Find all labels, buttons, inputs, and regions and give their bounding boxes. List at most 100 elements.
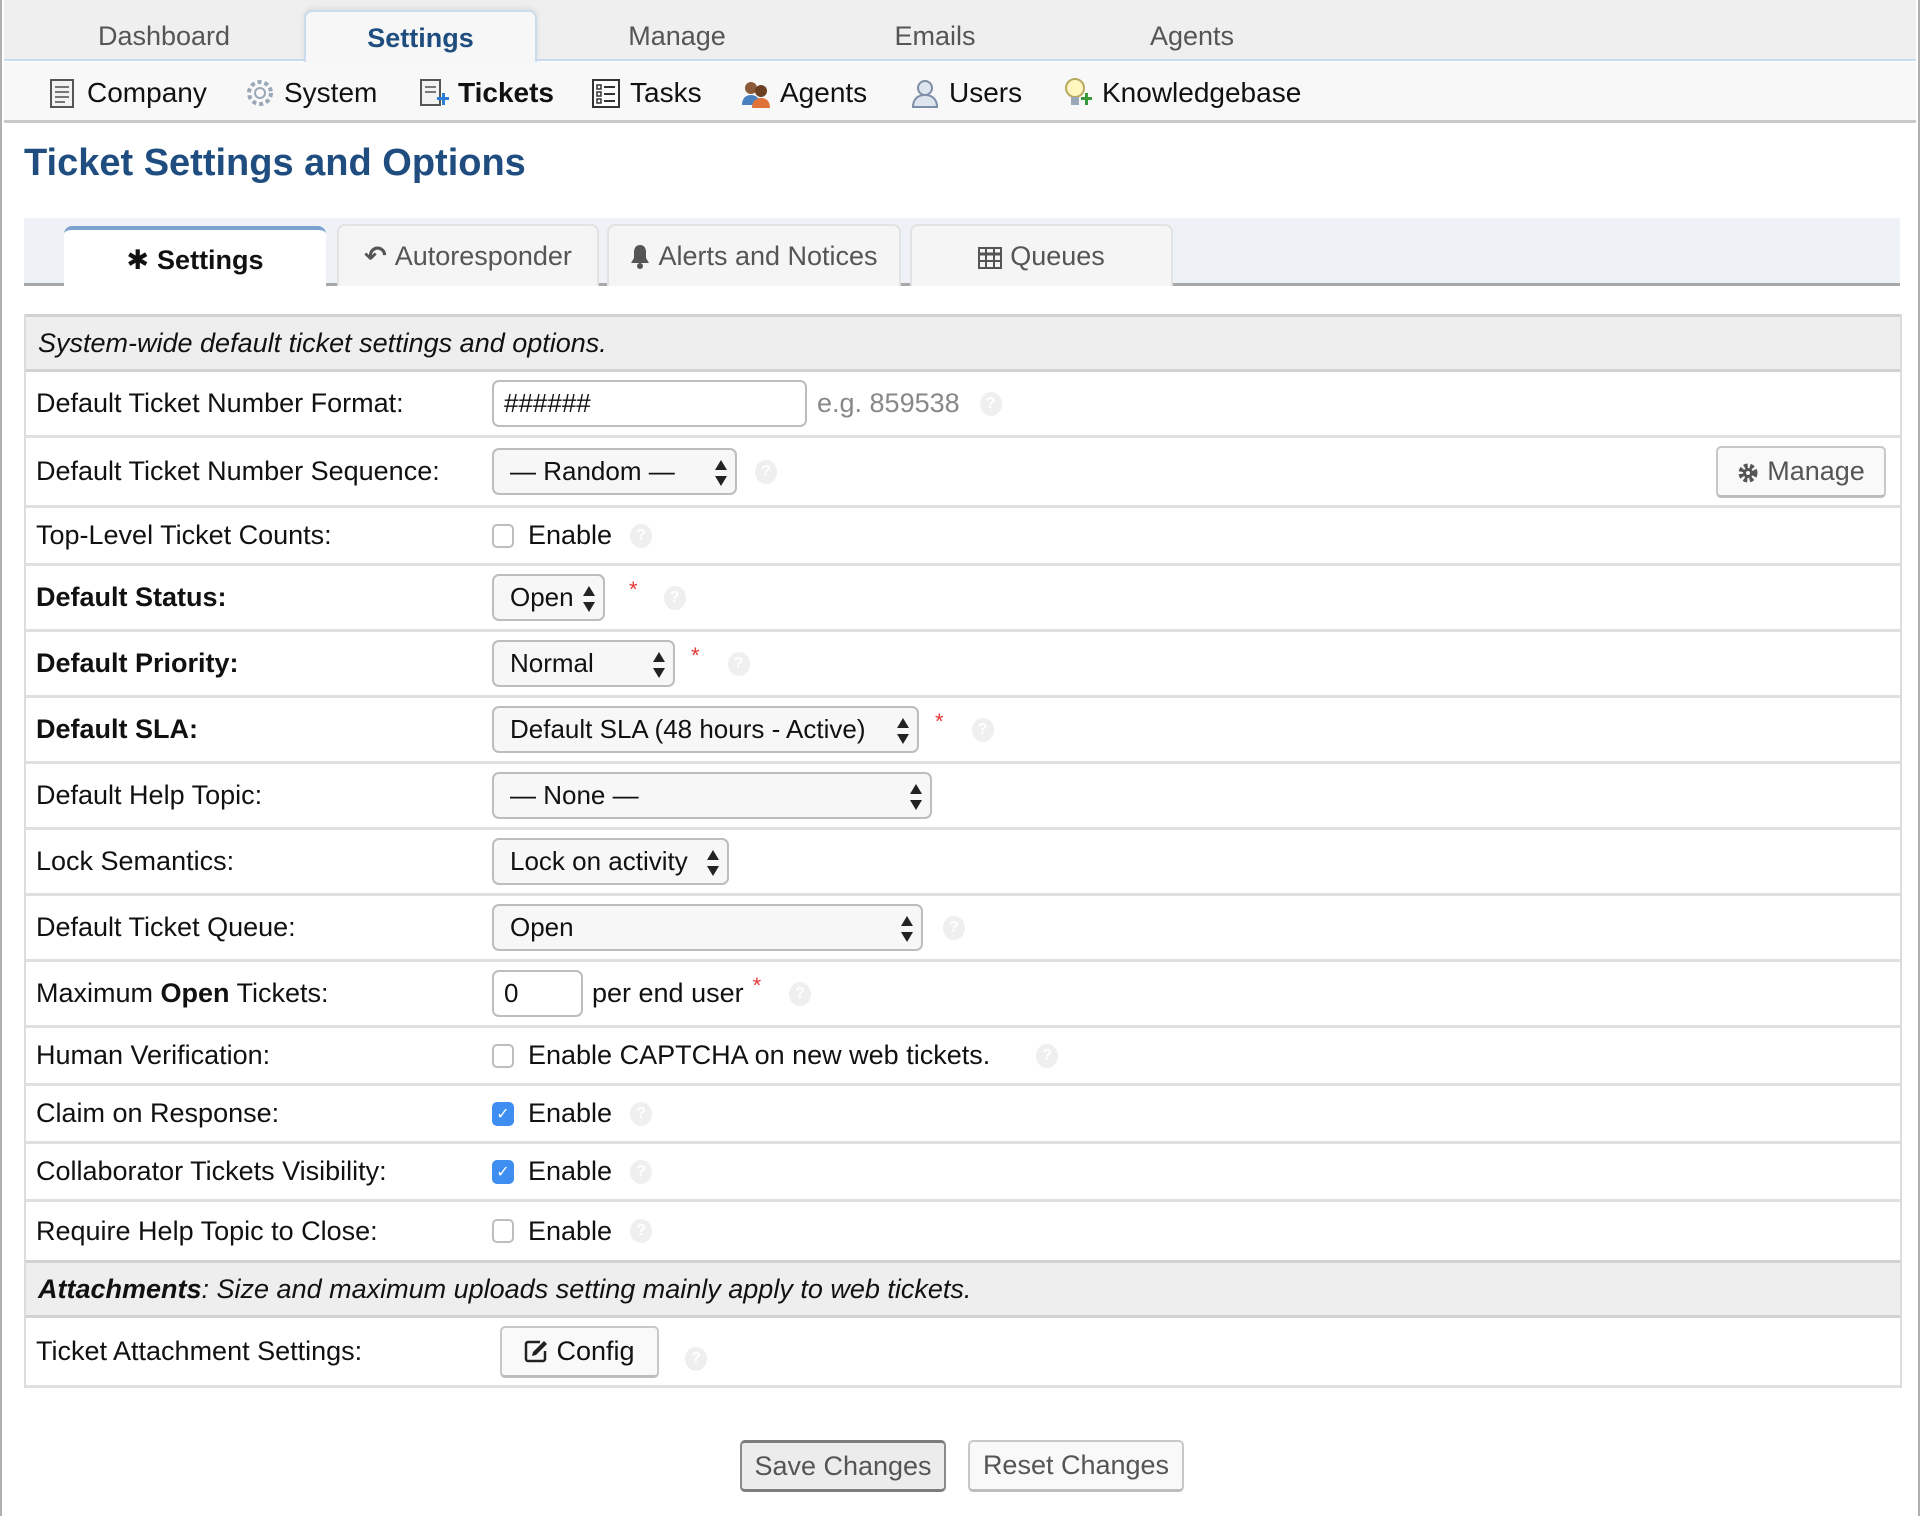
field-label: Default SLA: bbox=[36, 714, 198, 744]
select-arrows-icon bbox=[897, 716, 909, 746]
checkbox-label: Enable bbox=[528, 520, 613, 550]
default-queue-select[interactable]: Open bbox=[492, 904, 923, 951]
checkbox-label: Enable bbox=[528, 1156, 613, 1186]
tab-alerts-and-notices[interactable]: Alerts and Notices bbox=[607, 224, 901, 286]
manage-sequences-button[interactable]: Manage bbox=[1716, 445, 1886, 498]
subnav-users[interactable]: Users bbox=[910, 62, 1022, 123]
attachments-title: Attachments bbox=[38, 1273, 202, 1304]
select-value: Normal bbox=[510, 648, 594, 678]
per-end-user-text: per end user bbox=[592, 978, 744, 1008]
captcha-checkbox[interactable] bbox=[492, 1043, 514, 1068]
help-icon[interactable]: ? bbox=[630, 1219, 653, 1243]
row-default-status: Default Status: Open * ? bbox=[26, 566, 1900, 632]
lock-semantics-select[interactable]: Lock on activity bbox=[492, 838, 729, 885]
field-label: Collaborator Tickets Visibility: bbox=[36, 1156, 387, 1186]
select-value: Open bbox=[510, 912, 574, 942]
bell-icon bbox=[630, 243, 650, 269]
required-marker: * bbox=[752, 972, 762, 998]
checklist-icon bbox=[591, 77, 621, 109]
field-label: Default Help Topic: bbox=[36, 780, 263, 810]
field-label: Default Priority: bbox=[36, 648, 239, 678]
subnav-label: Agents bbox=[780, 76, 868, 108]
help-icon[interactable]: ? bbox=[727, 651, 750, 676]
form-actions: Save Changes Reset Changes bbox=[2, 1440, 1920, 1492]
help-icon[interactable]: ? bbox=[755, 459, 777, 484]
default-priority-select[interactable]: Normal bbox=[492, 640, 675, 687]
help-icon[interactable]: ? bbox=[630, 1159, 653, 1184]
help-icon[interactable]: ? bbox=[943, 915, 965, 940]
row-default-sla: Default SLA: Default SLA (48 hours - Act… bbox=[26, 698, 1900, 764]
claim-on-response-checkbox[interactable]: ✓ bbox=[492, 1101, 514, 1126]
help-icon[interactable]: ? bbox=[630, 1101, 653, 1126]
format-example-hint: e.g. 859538 bbox=[817, 388, 960, 418]
field-label: Human Verification: bbox=[36, 1040, 271, 1070]
select-value: — None — bbox=[510, 780, 639, 810]
select-arrows-icon bbox=[583, 584, 595, 614]
select-value: Default SLA (48 hours - Active) bbox=[510, 714, 866, 744]
default-status-select[interactable]: Open bbox=[492, 574, 605, 621]
tab-label: Alerts and Notices bbox=[658, 240, 878, 271]
sub-nav: Company System Tickets Tasks Agents User… bbox=[4, 62, 1916, 123]
top-tab-settings[interactable]: Settings bbox=[304, 10, 537, 62]
tab-label: Queues bbox=[1010, 240, 1105, 271]
require-help-topic-checkbox[interactable] bbox=[492, 1219, 514, 1243]
tab-settings[interactable]: ✱ Settings bbox=[64, 226, 326, 291]
default-sla-select[interactable]: Default SLA (48 hours - Active) bbox=[492, 706, 919, 753]
max-open-tickets-input[interactable]: 0 bbox=[492, 970, 583, 1017]
help-icon[interactable]: ? bbox=[630, 523, 653, 548]
page-title: Ticket Settings and Options bbox=[24, 142, 526, 184]
row-attachment-settings: Ticket Attachment Settings: Config ? bbox=[26, 1318, 1900, 1388]
field-label: Top-Level Ticket Counts: bbox=[36, 520, 332, 550]
agents-icon bbox=[741, 77, 771, 109]
top-level-counts-checkbox[interactable] bbox=[492, 523, 514, 548]
required-marker: * bbox=[629, 576, 638, 602]
subnav-label: Tasks bbox=[630, 76, 702, 108]
section-header: System-wide default ticket settings and … bbox=[26, 314, 1900, 372]
tab-queues[interactable]: Queues bbox=[910, 224, 1173, 286]
help-icon[interactable]: ? bbox=[1036, 1043, 1059, 1068]
reply-all-icon: ↶ bbox=[364, 240, 387, 271]
help-icon[interactable]: ? bbox=[979, 391, 1002, 416]
subnav-agents[interactable]: Agents bbox=[741, 62, 867, 123]
subnav-tasks[interactable]: Tasks bbox=[591, 62, 702, 123]
subnav-label: Users bbox=[949, 76, 1023, 108]
field-label: Default Ticket Queue: bbox=[36, 912, 296, 942]
attachment-config-button[interactable]: Config bbox=[500, 1325, 659, 1378]
top-tab-dashboard[interactable]: Dashboard bbox=[64, 10, 264, 62]
attachments-description: : Size and maximum uploads setting mainl… bbox=[201, 1273, 972, 1304]
select-arrows-icon bbox=[901, 914, 913, 944]
top-tab-emails[interactable]: Emails bbox=[835, 10, 1035, 62]
ticket-add-icon bbox=[419, 77, 449, 109]
app-frame: Dashboard Settings Manage Emails Agents … bbox=[0, 0, 1920, 1516]
help-icon[interactable]: ? bbox=[663, 585, 686, 610]
subnav-knowledgebase[interactable]: Knowledgebase bbox=[1063, 62, 1301, 123]
help-icon[interactable]: ? bbox=[789, 981, 812, 1006]
subnav-label: Tickets bbox=[458, 76, 554, 108]
top-tab-manage[interactable]: Manage bbox=[577, 10, 777, 62]
collaborator-visibility-checkbox[interactable]: ✓ bbox=[492, 1159, 514, 1184]
required-marker: * bbox=[935, 708, 944, 734]
field-label: Default Ticket Number Format: bbox=[36, 388, 404, 418]
subnav-tickets[interactable]: Tickets bbox=[419, 62, 554, 123]
default-help-topic-select[interactable]: — None — bbox=[492, 772, 932, 819]
select-arrows-icon bbox=[910, 782, 922, 812]
reset-changes-button[interactable]: Reset Changes bbox=[968, 1440, 1184, 1492]
ticket-number-sequence-select[interactable]: — Random — bbox=[492, 448, 737, 495]
tab-autoresponder[interactable]: ↶ Autoresponder bbox=[337, 224, 599, 286]
tab-label: Autoresponder bbox=[394, 240, 572, 271]
field-label: Default Status: bbox=[36, 582, 227, 612]
subnav-company[interactable]: Company bbox=[48, 62, 207, 123]
checkbox-label: Enable bbox=[528, 1098, 613, 1128]
top-tab-agents[interactable]: Agents bbox=[1092, 10, 1292, 62]
subnav-system[interactable]: System bbox=[245, 62, 377, 123]
save-changes-button[interactable]: Save Changes bbox=[740, 1440, 946, 1492]
field-label: Claim on Response: bbox=[36, 1098, 280, 1128]
field-label: Maximum Open Tickets: bbox=[36, 978, 329, 1009]
gear-icon bbox=[1737, 460, 1759, 483]
help-icon[interactable]: ? bbox=[685, 1346, 707, 1371]
help-icon[interactable]: ? bbox=[971, 717, 994, 742]
ticket-number-format-input[interactable]: ###### bbox=[492, 380, 807, 427]
row-claim-on-response: Claim on Response: ✓ Enable ? bbox=[26, 1086, 1900, 1144]
asterisk-icon: ✱ bbox=[126, 245, 150, 275]
edit-icon bbox=[524, 1339, 548, 1363]
